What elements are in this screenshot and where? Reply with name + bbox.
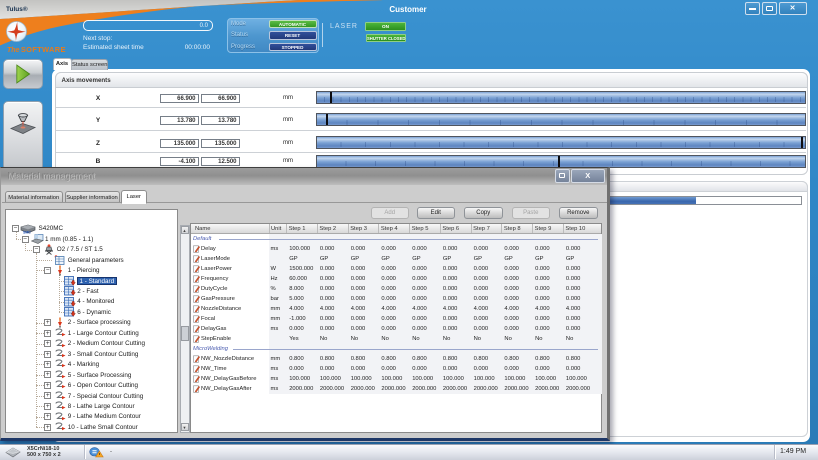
svg-text:SMC: SMC	[23, 230, 31, 234]
